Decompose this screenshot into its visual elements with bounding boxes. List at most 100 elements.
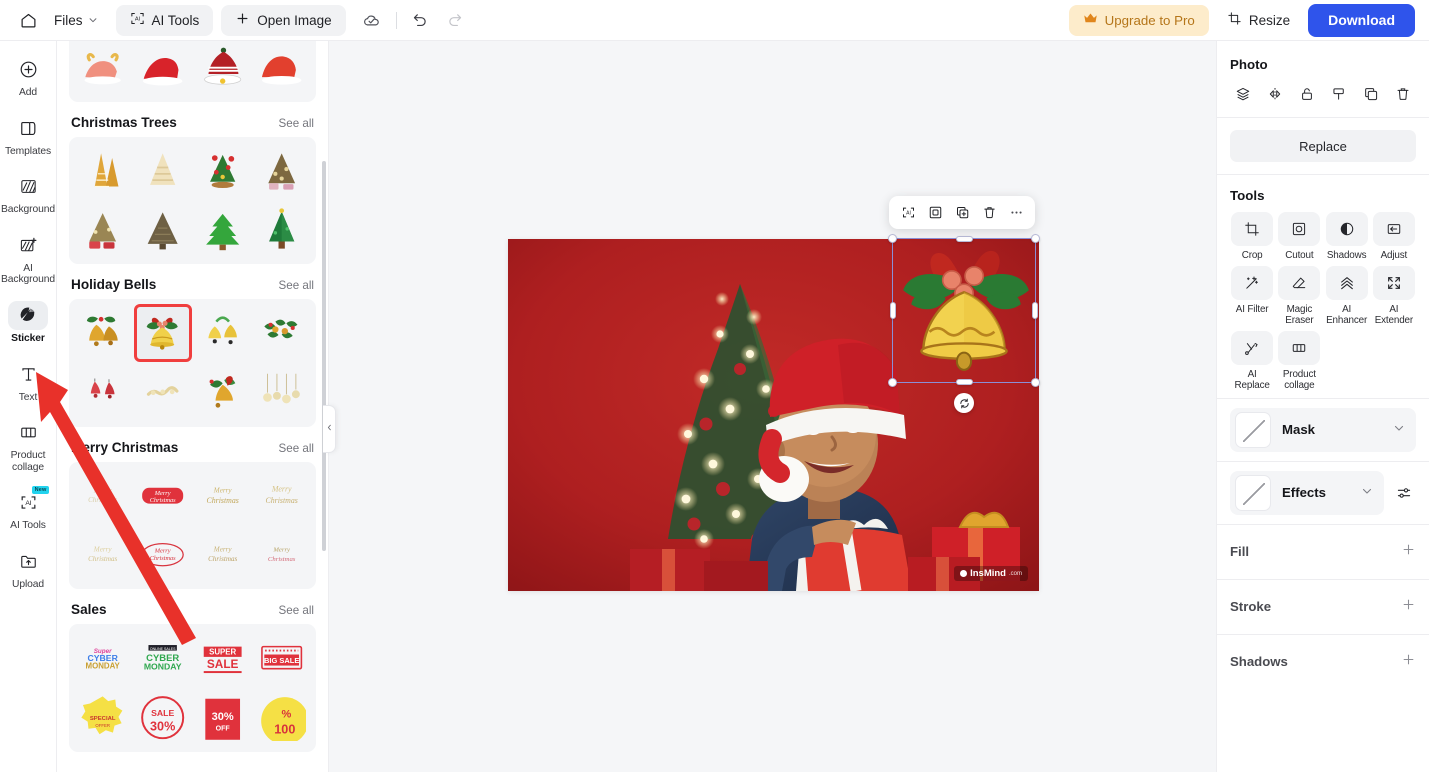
- resize-handle-bottom-left[interactable]: [888, 378, 897, 387]
- see-all-link[interactable]: See all: [279, 117, 314, 130]
- sticker-panel-scrollbar[interactable]: [322, 161, 326, 551]
- duplicate-icon[interactable]: [1358, 81, 1384, 106]
- mask-row-button[interactable]: Mask: [1230, 407, 1416, 452]
- ai-scan-icon[interactable]: AI: [895, 200, 921, 225]
- sticker-cell[interactable]: [194, 364, 252, 422]
- selected-object-bounding-box[interactable]: [888, 234, 1040, 413]
- sticker-cell[interactable]: Merry Christmas: [194, 526, 252, 584]
- rotate-handle[interactable]: [954, 393, 974, 413]
- download-button[interactable]: Download: [1308, 3, 1415, 37]
- resize-handle-top-left[interactable]: [888, 234, 897, 243]
- bell-sticker-instance[interactable]: [893, 239, 1035, 382]
- resize-handle-top[interactable]: [955, 236, 973, 242]
- sticker-cell[interactable]: Merry Christmas: [194, 467, 252, 525]
- plus-icon[interactable]: [1401, 597, 1416, 617]
- sticker-cell[interactable]: Super CYBER MONDAY: [74, 629, 132, 687]
- delete-icon[interactable]: [1390, 81, 1416, 106]
- see-all-link[interactable]: See all: [279, 442, 314, 455]
- more-icon[interactable]: [1003, 200, 1029, 225]
- tool-shadows[interactable]: Shadows: [1325, 212, 1369, 262]
- sidebar-item-ai-background[interactable]: AI Background: [1, 227, 55, 292]
- lock-icon[interactable]: [1294, 81, 1320, 106]
- tool-cutout[interactable]: Cutout: [1277, 212, 1321, 262]
- resize-handle-left[interactable]: [890, 302, 896, 319]
- resize-button[interactable]: Resize: [1219, 5, 1298, 36]
- tool-ai-filter[interactable]: AI Filter: [1230, 265, 1274, 327]
- open-image-button[interactable]: Open Image: [221, 4, 346, 36]
- delete-icon[interactable]: [976, 200, 1002, 225]
- frame-icon[interactable]: [922, 200, 948, 225]
- sticker-cell[interactable]: Merry Christmas: [253, 526, 311, 584]
- sidebar-item-ai-tools[interactable]: AI New AI Tools: [2, 484, 55, 538]
- tool-ai-enhancer[interactable]: AI Enhancer: [1325, 265, 1369, 327]
- upgrade-to-pro-button[interactable]: Upgrade to Pro: [1068, 4, 1209, 36]
- layers-icon[interactable]: [1230, 81, 1256, 106]
- duplicate-icon[interactable]: [949, 200, 975, 225]
- redo-icon[interactable]: [439, 5, 471, 35]
- sticker-cell[interactable]: [134, 142, 192, 200]
- collapse-panel-button[interactable]: [323, 405, 336, 453]
- sticker-cell[interactable]: 30% OFF: [194, 689, 252, 747]
- stroke-row[interactable]: Stroke: [1230, 580, 1416, 634]
- sticker-cell[interactable]: SPECIAL OFFER: [74, 689, 132, 747]
- sidebar-item-sticker[interactable]: Sticker: [2, 297, 55, 351]
- sticker-cell[interactable]: Merry Christmas: [74, 526, 132, 584]
- see-all-link[interactable]: See all: [279, 279, 314, 292]
- tool-ai-extender[interactable]: AI Extender: [1372, 265, 1416, 327]
- sticker-cell[interactable]: [74, 201, 132, 259]
- undo-icon[interactable]: [405, 5, 437, 35]
- sticker-cell[interactable]: [253, 201, 311, 259]
- sticker-cell[interactable]: [134, 364, 192, 422]
- sticker-cell[interactable]: Merry Christmas: [134, 526, 192, 584]
- sticker-cell[interactable]: [253, 364, 311, 422]
- sticker-panel-scroll-region[interactable]: Christmas Trees See all Holiday Bells Se…: [57, 41, 328, 772]
- files-menu-button[interactable]: Files: [46, 5, 108, 35]
- sticker-cell[interactable]: [253, 142, 311, 200]
- sticker-cell[interactable]: [194, 201, 252, 259]
- sticker-cell[interactable]: [253, 304, 311, 362]
- resize-handle-bottom-right[interactable]: [1031, 378, 1040, 387]
- align-icon[interactable]: [1326, 81, 1352, 106]
- cloud-sync-icon[interactable]: [356, 5, 388, 35]
- sliders-icon[interactable]: [1391, 471, 1416, 515]
- sidebar-item-upload[interactable]: Upload: [2, 543, 55, 597]
- sidebar-item-product-collage[interactable]: Product collage: [2, 414, 55, 479]
- sticker-cell[interactable]: [74, 142, 132, 200]
- sticker-cell[interactable]: SALE 30%: [134, 689, 192, 747]
- sticker-cell[interactable]: [194, 304, 252, 362]
- tool-magic-eraser[interactable]: Magic Eraser: [1277, 265, 1321, 327]
- sticker-cell[interactable]: [74, 364, 132, 422]
- sticker-cell[interactable]: BIG SALE: [253, 629, 311, 687]
- shadows-row[interactable]: Shadows: [1230, 635, 1416, 689]
- sticker-cell[interactable]: [134, 201, 192, 259]
- replace-button[interactable]: Replace: [1230, 130, 1416, 162]
- tool-adjust[interactable]: Adjust: [1372, 212, 1416, 262]
- sticker-cell[interactable]: Merry Christmas: [253, 467, 311, 525]
- resize-handle-bottom[interactable]: [955, 379, 973, 385]
- sticker-cell[interactable]: [74, 304, 132, 362]
- plus-icon[interactable]: [1401, 652, 1416, 672]
- sticker-cell[interactable]: % 100: [253, 689, 311, 747]
- sticker-cell[interactable]: [253, 41, 311, 97]
- effects-row-button[interactable]: Effects: [1230, 470, 1384, 515]
- sidebar-item-background[interactable]: Background: [1, 168, 55, 222]
- ai-tools-button[interactable]: AI AI Tools: [115, 4, 214, 36]
- sticker-cell[interactable]: [194, 142, 252, 200]
- sticker-cell[interactable]: [74, 41, 132, 97]
- sidebar-item-templates[interactable]: Templates: [2, 110, 55, 164]
- resize-handle-top-right[interactable]: [1031, 234, 1040, 243]
- canvas-area[interactable]: InsMind .com AI: [329, 41, 1216, 772]
- sticker-cell-selected[interactable]: [133, 304, 192, 362]
- sticker-cell[interactable]: [194, 41, 252, 97]
- sticker-cell[interactable]: ONLINE SALES CYBER MONDAY: [134, 629, 192, 687]
- sticker-cell[interactable]: [134, 41, 192, 97]
- home-icon[interactable]: [12, 5, 44, 35]
- tool-product-collage[interactable]: Product collage: [1277, 330, 1321, 392]
- sidebar-item-add[interactable]: Add: [2, 51, 55, 105]
- sticker-cell[interactable]: Merry Christmas: [134, 467, 192, 525]
- fill-row[interactable]: Fill: [1230, 525, 1416, 579]
- tool-crop[interactable]: Crop: [1230, 212, 1274, 262]
- resize-handle-right[interactable]: [1032, 302, 1038, 319]
- see-all-link[interactable]: See all: [279, 604, 314, 617]
- sticker-cell[interactable]: Merry Christmas: [74, 467, 132, 525]
